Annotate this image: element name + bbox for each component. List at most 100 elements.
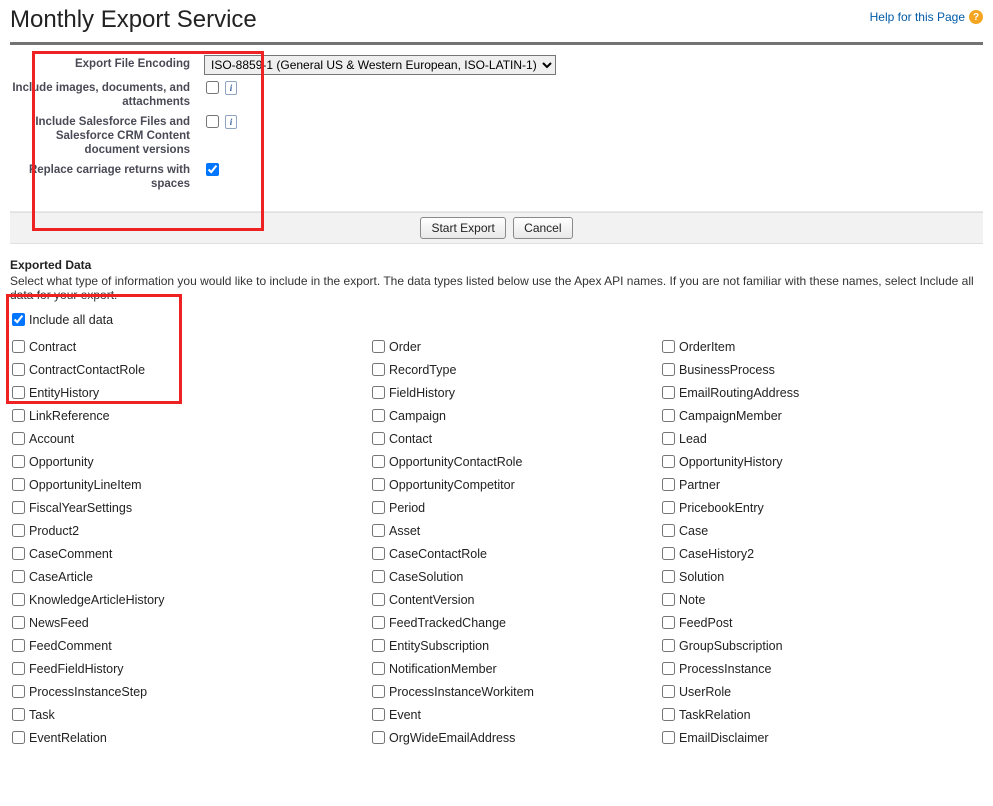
data-type-checkbox[interactable]: [12, 478, 25, 491]
data-type-item[interactable]: PricebookEntry: [660, 496, 950, 519]
data-type-checkbox[interactable]: [662, 593, 675, 606]
cancel-button[interactable]: Cancel: [513, 217, 572, 239]
data-type-checkbox[interactable]: [12, 340, 25, 353]
data-type-item[interactable]: Period: [370, 496, 660, 519]
data-type-item[interactable]: Product2: [10, 519, 370, 542]
data-type-item[interactable]: GroupSubscription: [660, 634, 950, 657]
data-type-checkbox[interactable]: [12, 386, 25, 399]
data-type-item[interactable]: LinkReference: [10, 404, 370, 427]
data-type-checkbox[interactable]: [662, 386, 675, 399]
data-type-item[interactable]: OpportunityCompetitor: [370, 473, 660, 496]
data-type-item[interactable]: CaseComment: [10, 542, 370, 565]
data-type-item[interactable]: OpportunityContactRole: [370, 450, 660, 473]
include-all-checkbox[interactable]: [12, 313, 25, 326]
start-export-button[interactable]: Start Export: [420, 217, 505, 239]
data-type-item[interactable]: EntitySubscription: [370, 634, 660, 657]
data-type-checkbox[interactable]: [662, 708, 675, 721]
data-type-item[interactable]: FeedComment: [10, 634, 370, 657]
data-type-checkbox[interactable]: [372, 409, 385, 422]
data-type-item[interactable]: Opportunity: [10, 450, 370, 473]
data-type-checkbox[interactable]: [372, 432, 385, 445]
data-type-item[interactable]: ProcessInstanceStep: [10, 680, 370, 703]
data-type-item[interactable]: RecordType: [370, 358, 660, 381]
data-type-item[interactable]: Case: [660, 519, 950, 542]
data-type-checkbox[interactable]: [12, 593, 25, 606]
data-type-checkbox[interactable]: [12, 639, 25, 652]
data-type-checkbox[interactable]: [372, 547, 385, 560]
data-type-item[interactable]: OpportunityHistory: [660, 450, 950, 473]
data-type-item[interactable]: CaseHistory2: [660, 542, 950, 565]
data-type-checkbox[interactable]: [372, 478, 385, 491]
data-type-checkbox[interactable]: [12, 524, 25, 537]
include-files-checkbox[interactable]: [206, 115, 219, 128]
data-type-checkbox[interactable]: [662, 455, 675, 468]
data-type-item[interactable]: Task: [10, 703, 370, 726]
data-type-item[interactable]: ProcessInstanceWorkitem: [370, 680, 660, 703]
data-type-item[interactable]: Partner: [660, 473, 950, 496]
data-type-checkbox[interactable]: [12, 363, 25, 376]
help-for-page-link[interactable]: Help for this Page ?: [870, 10, 983, 24]
data-type-item[interactable]: OrgWideEmailAddress: [370, 726, 660, 749]
data-type-checkbox[interactable]: [662, 662, 675, 675]
data-type-checkbox[interactable]: [662, 363, 675, 376]
data-type-checkbox[interactable]: [662, 501, 675, 514]
data-type-checkbox[interactable]: [12, 501, 25, 514]
info-icon[interactable]: i: [225, 81, 237, 95]
data-type-item[interactable]: UserRole: [660, 680, 950, 703]
data-type-item[interactable]: BusinessProcess: [660, 358, 950, 381]
data-type-checkbox[interactable]: [372, 524, 385, 537]
data-type-checkbox[interactable]: [372, 593, 385, 606]
data-type-checkbox[interactable]: [12, 616, 25, 629]
data-type-checkbox[interactable]: [372, 662, 385, 675]
data-type-item[interactable]: EntityHistory: [10, 381, 370, 404]
data-type-checkbox[interactable]: [372, 363, 385, 376]
data-type-item[interactable]: ContractContactRole: [10, 358, 370, 381]
data-type-checkbox[interactable]: [662, 547, 675, 560]
data-type-item[interactable]: NewsFeed: [10, 611, 370, 634]
data-type-checkbox[interactable]: [12, 708, 25, 721]
data-type-checkbox[interactable]: [12, 455, 25, 468]
data-type-checkbox[interactable]: [662, 639, 675, 652]
data-type-checkbox[interactable]: [12, 547, 25, 560]
data-type-item[interactable]: NotificationMember: [370, 657, 660, 680]
data-type-item[interactable]: FeedPost: [660, 611, 950, 634]
data-type-checkbox[interactable]: [372, 455, 385, 468]
data-type-item[interactable]: FeedFieldHistory: [10, 657, 370, 680]
data-type-item[interactable]: Order: [370, 335, 660, 358]
data-type-item[interactable]: OpportunityLineItem: [10, 473, 370, 496]
data-type-checkbox[interactable]: [372, 708, 385, 721]
data-type-item[interactable]: Solution: [660, 565, 950, 588]
data-type-item[interactable]: Lead: [660, 427, 950, 450]
data-type-item[interactable]: CampaignMember: [660, 404, 950, 427]
data-type-checkbox[interactable]: [12, 570, 25, 583]
data-type-checkbox[interactable]: [662, 432, 675, 445]
data-type-checkbox[interactable]: [662, 731, 675, 744]
data-type-item[interactable]: Campaign: [370, 404, 660, 427]
data-type-checkbox[interactable]: [662, 340, 675, 353]
data-type-item[interactable]: OrderItem: [660, 335, 950, 358]
include-images-checkbox[interactable]: [206, 81, 219, 94]
data-type-item[interactable]: EmailRoutingAddress: [660, 381, 950, 404]
data-type-checkbox[interactable]: [372, 386, 385, 399]
data-type-checkbox[interactable]: [662, 616, 675, 629]
data-type-checkbox[interactable]: [662, 409, 675, 422]
data-type-item[interactable]: CaseArticle: [10, 565, 370, 588]
data-type-checkbox[interactable]: [12, 731, 25, 744]
data-type-item[interactable]: ProcessInstance: [660, 657, 950, 680]
data-type-item[interactable]: FieldHistory: [370, 381, 660, 404]
data-type-checkbox[interactable]: [662, 478, 675, 491]
data-type-checkbox[interactable]: [372, 685, 385, 698]
data-type-checkbox[interactable]: [662, 685, 675, 698]
data-type-item[interactable]: KnowledgeArticleHistory: [10, 588, 370, 611]
data-type-checkbox[interactable]: [372, 340, 385, 353]
data-type-item[interactable]: Contract: [10, 335, 370, 358]
data-type-item[interactable]: Account: [10, 427, 370, 450]
data-type-checkbox[interactable]: [662, 570, 675, 583]
data-type-checkbox[interactable]: [12, 432, 25, 445]
data-type-checkbox[interactable]: [372, 639, 385, 652]
encoding-select[interactable]: ISO-8859-1 (General US & Western Europea…: [204, 55, 556, 75]
data-type-checkbox[interactable]: [12, 409, 25, 422]
data-type-item[interactable]: TaskRelation: [660, 703, 950, 726]
data-type-checkbox[interactable]: [372, 616, 385, 629]
data-type-item[interactable]: Contact: [370, 427, 660, 450]
